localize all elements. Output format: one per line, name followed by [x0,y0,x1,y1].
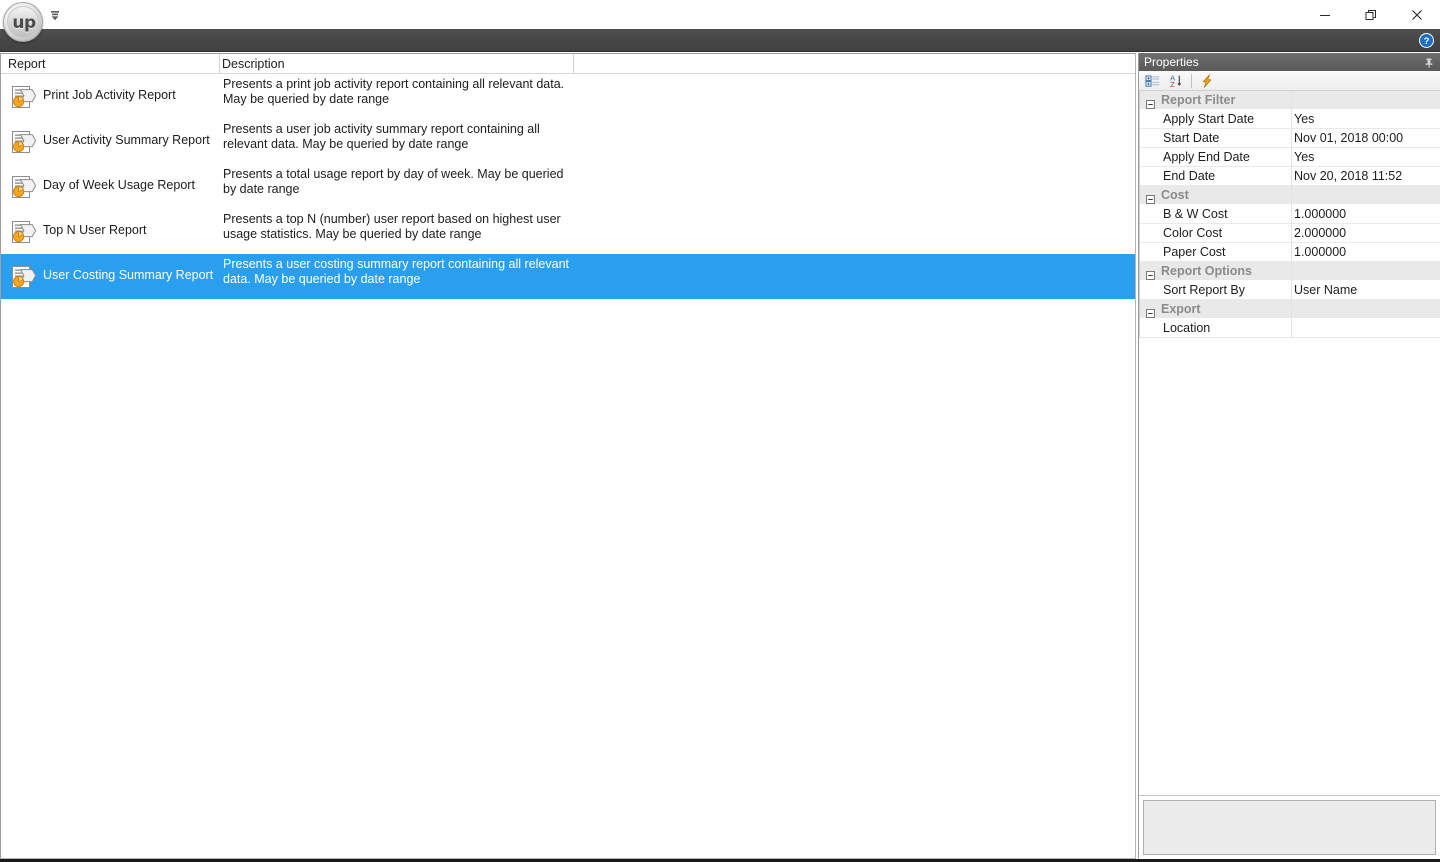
ribbon-bar: ? [0,29,1440,52]
property-value[interactable]: Nov 20, 2018 11:52 [1294,169,1402,183]
report-row-icon-cell [7,164,43,209]
property-row[interactable]: Color Cost 2.000000 [1139,224,1440,243]
svg-text:?: ? [1424,36,1430,47]
collapse-minus-icon[interactable] [1146,96,1155,109]
svg-text:Z: Z [1170,80,1175,89]
report-row[interactable]: Print Job Activity Report Presents a prin… [1,74,1135,119]
help-icon[interactable]: ? [1419,33,1434,48]
property-category-row[interactable]: Report Options [1139,262,1440,281]
property-category-label: Export [1161,302,1201,316]
properties-panel: Properties A Z Report Filter Apply Start… [1138,53,1440,859]
property-name: B & W Cost [1163,207,1228,221]
properties-description-separator [1139,795,1440,796]
report-document-icon [9,263,37,291]
close-button[interactable] [1394,0,1440,29]
report-row[interactable]: Day of Week Usage Report Presents a total… [1,164,1135,209]
report-document-icon [9,83,37,111]
properties-title-bar: Properties [1139,53,1440,71]
column-divider-1[interactable] [219,54,220,74]
property-name: Sort Report By [1163,283,1245,297]
property-name: Paper Cost [1163,245,1226,259]
minimize-button[interactable] [1302,0,1348,29]
pushpin-icon[interactable] [1423,56,1435,68]
property-name: Apply End Date [1163,150,1250,164]
property-category-row[interactable]: Cost [1139,186,1440,205]
report-document-icon [9,128,37,156]
report-description: Presents a total usage report by day of … [223,167,564,196]
report-description: Presents a print job activity report con… [223,77,565,106]
property-name: Start Date [1163,131,1220,145]
column-divider-2[interactable] [573,54,574,74]
report-row-icon-cell [7,254,43,299]
property-grid-empty-area [1139,338,1440,795]
property-value[interactable]: Yes [1294,150,1314,164]
property-value[interactable]: 1.000000 [1294,245,1346,259]
report-document-icon [9,173,37,201]
app-logo-text: up [12,13,36,33]
quick-access-dropdown-icon[interactable] [48,9,62,23]
report-row-icon-cell [7,119,43,164]
property-row[interactable]: B & W Cost 1.000000 [1139,205,1440,224]
collapse-minus-icon[interactable] [1146,191,1155,204]
property-row[interactable]: Start Date Nov 01, 2018 00:00 [1139,129,1440,148]
column-header-description[interactable]: Description [222,57,285,71]
toolbar-separator [1191,73,1192,88]
report-name: Top N User Report [43,223,147,237]
column-header-report[interactable]: Report [8,57,46,71]
report-description: Presents a top N (number) user report ba… [223,212,561,241]
report-description: Presents a user costing summary report c… [223,257,569,286]
property-category-label: Report Options [1161,264,1252,278]
collapse-minus-icon[interactable] [1146,305,1155,318]
property-category-row[interactable]: Export [1139,300,1440,319]
restore-button[interactable] [1348,0,1394,29]
collapse-minus-icon[interactable] [1146,267,1155,280]
report-list-header: Report Description [1,54,1135,74]
property-value[interactable]: Yes [1294,112,1314,126]
report-name: Print Job Activity Report [43,88,176,102]
properties-title-label: Properties [1144,55,1199,69]
property-name: Location [1163,321,1211,335]
property-value[interactable]: 1.000000 [1294,207,1346,221]
application-menu-button[interactable]: up [3,2,43,42]
report-name: User Costing Summary Report [43,268,214,282]
alphabetical-sort-icon[interactable]: A Z [1166,72,1186,90]
property-row[interactable]: Apply Start Date Yes [1139,110,1440,129]
report-row-icon-cell [7,209,43,254]
events-lightning-icon[interactable] [1197,72,1217,90]
properties-description-box [1143,800,1436,855]
report-row[interactable]: Top N User Report Presents a top N (numbe… [1,209,1135,254]
properties-grid: Report Filter Apply Start Date Yes Start Da… [1139,91,1440,795]
property-row[interactable]: Location [1139,319,1440,338]
property-category-row[interactable]: Report Filter [1139,91,1440,110]
property-value[interactable]: User Name [1294,283,1357,297]
property-row[interactable]: Sort Report By User Name [1139,281,1440,300]
report-row-icon-cell [7,74,43,119]
property-row[interactable]: Apply End Date Yes [1139,148,1440,167]
property-category-label: Report Filter [1161,93,1236,107]
report-row[interactable]: User Activity Summary Report Presents a u… [1,119,1135,164]
window-controls [1302,0,1440,29]
properties-toolbar: A Z [1139,71,1440,91]
title-bar: up [0,0,1440,42]
property-name: Apply Start Date [1163,112,1255,126]
application-window: up ? Report Description Print Job Activi… [0,0,1440,862]
report-rows: Print Job Activity Report Presents a prin… [1,74,1135,299]
report-description: Presents a user job activity summary rep… [223,122,540,151]
report-name: Day of Week Usage Report [43,178,195,192]
property-category-label: Cost [1161,188,1189,202]
property-name: End Date [1163,169,1216,183]
report-document-icon [9,218,37,246]
categorized-view-icon[interactable] [1143,72,1163,90]
report-name: User Activity Summary Report [43,133,210,147]
report-list-pane: Report Description Print Job Activity Re… [0,53,1136,859]
property-name: Color Cost [1163,226,1223,240]
report-row[interactable]: User Costing Summary Report Presents a us… [1,254,1135,299]
property-row[interactable]: Paper Cost 1.000000 [1139,243,1440,262]
property-row[interactable]: End Date Nov 20, 2018 11:52 [1139,167,1440,186]
property-value[interactable]: Nov 01, 2018 00:00 [1294,131,1403,145]
property-value[interactable]: 2.000000 [1294,226,1346,240]
